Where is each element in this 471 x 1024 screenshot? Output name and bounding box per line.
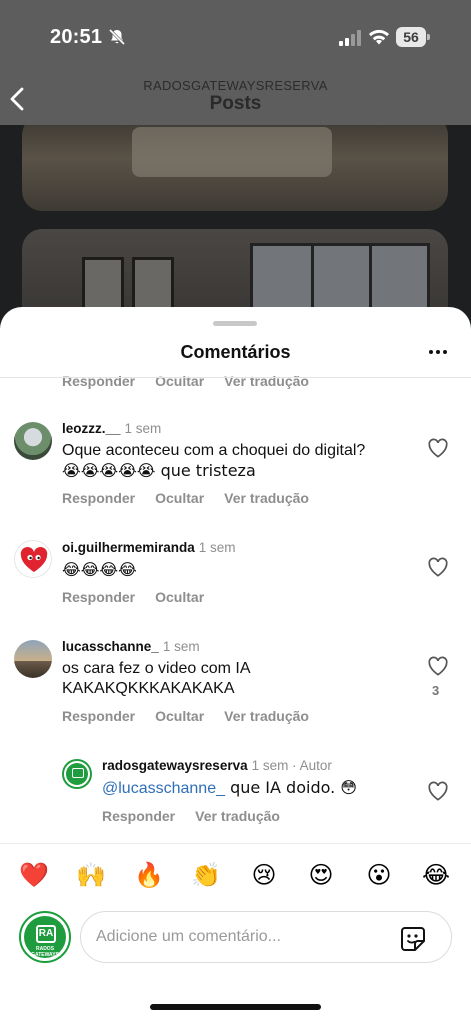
comment-body: lucasschanne_ 1 sem os cara fez o video c…	[62, 639, 309, 724]
status-bar: 20:51 56	[0, 26, 471, 50]
comment-actions: Responder Ocultar Ver tradução	[62, 708, 309, 724]
timestamp: 1 sem	[198, 540, 236, 555]
mention-link[interactable]: @lucasschanne_	[102, 780, 225, 797]
translate-button[interactable]: Ver tradução	[195, 808, 280, 824]
username[interactable]: radosgatewaysreserva	[102, 758, 248, 773]
comment-input[interactable]: Adicione um comentário...	[80, 911, 452, 963]
comment-line: os cara fez o video com IA	[62, 660, 251, 677]
comment-body: oi.guilhermemiranda 1 sem 😂😂😂😂 Responder …	[62, 540, 236, 605]
reply-button[interactable]: Responder	[62, 490, 135, 506]
comment-text: 😂😂😂😂	[62, 560, 137, 579]
comment-text: os cara fez o video com IA KAKAKQKKKAKAK…	[62, 659, 309, 699]
reaction-crying[interactable]: 😢	[249, 860, 279, 890]
username[interactable]: oi.guilhermemiranda	[62, 540, 195, 555]
timestamp: 1 sem	[124, 421, 162, 436]
like-count: 3	[432, 683, 440, 698]
more-icon[interactable]	[427, 343, 449, 361]
comment-line: que IA doido. 😳	[224, 778, 357, 797]
comment-header: lucasschanne_ 1 sem	[62, 639, 309, 654]
comment-header: oi.guilhermemiranda 1 sem	[62, 540, 236, 555]
translate-button[interactable]: Ver tradução	[224, 490, 309, 506]
heart-outline-icon[interactable]	[427, 656, 449, 676]
comment-line: KAKAKQKKKAKAKAKA	[62, 680, 235, 697]
comment-composer: RA RADOS GATEWAYS Adicione um comentário…	[0, 907, 471, 971]
heart-outline-icon[interactable]	[427, 557, 449, 577]
avatar[interactable]	[62, 759, 92, 789]
reaction-raised-hands[interactable]: 🙌	[76, 860, 106, 890]
comment-body: leozzz.__ 1 sem Oque aconteceu com a choq…	[62, 421, 365, 506]
home-indicator[interactable]	[150, 1004, 321, 1010]
top-bar: 20:51 56 RADOSGATEWAYSRESERVA Posts	[0, 0, 471, 125]
translate-button[interactable]: Ver tradução	[224, 708, 309, 724]
status-time: 20:51	[50, 26, 103, 48]
reaction-clap[interactable]: 👏	[191, 860, 221, 890]
author-badge: · Autor	[292, 758, 332, 773]
heart-outline-icon[interactable]	[427, 781, 449, 801]
post-image	[22, 125, 448, 211]
reply-button[interactable]: Responder	[102, 808, 175, 824]
my-avatar: RA RADOS GATEWAYS	[19, 911, 71, 963]
logo-mark	[72, 768, 84, 778]
quick-reactions-bar: ❤️ 🙌 🔥 👏 😢 😍 😮 😂	[0, 843, 471, 913]
heart-logo-icon	[20, 547, 48, 572]
hide-button[interactable]: Ocultar	[155, 490, 204, 506]
comments-sheet: Comentários Responder Ocultar Ver traduç…	[0, 307, 471, 1024]
bell-slash-icon	[108, 28, 126, 46]
comment-placeholder: Adicione um comentário...	[96, 928, 281, 945]
timestamp: 1 sem	[162, 639, 200, 654]
reply-button[interactable]: Responder	[62, 373, 135, 389]
hide-button[interactable]: Ocultar	[155, 589, 204, 605]
reaction-fire[interactable]: 🔥	[134, 860, 164, 890]
timestamp: 1 sem	[251, 758, 289, 773]
avatar-subtext: RADOS GATEWAYS	[31, 946, 59, 958]
comment-line: Oque aconteceu com a choquei do digital?	[62, 442, 366, 459]
account-name: RADOSGATEWAYSRESERVA	[143, 78, 328, 93]
reply-button[interactable]: Responder	[62, 589, 135, 605]
comment-body: radosgatewaysreserva 1 sem · Autor @lucas…	[102, 758, 357, 824]
sheet-title: Comentários	[180, 342, 291, 362]
hide-button[interactable]: Ocultar	[155, 708, 204, 724]
battery-level: 56	[396, 27, 426, 47]
avatar[interactable]	[14, 422, 52, 460]
reaction-surprised[interactable]: 😮	[364, 860, 394, 890]
username[interactable]: leozzz.__	[62, 421, 121, 436]
avatar[interactable]	[14, 540, 52, 578]
avatar[interactable]	[14, 640, 52, 678]
sticker-icon[interactable]	[399, 925, 427, 953]
comment-actions: Responder Ocultar Ver tradução	[62, 490, 365, 506]
page-title: Posts	[209, 93, 262, 114]
wifi-icon	[369, 29, 389, 45]
comment-text: Oque aconteceu com a choquei do digital?…	[62, 441, 365, 481]
avatar-logo: RA RADOS GATEWAYS	[24, 916, 66, 958]
translate-button[interactable]: Ver tradução	[224, 373, 309, 389]
avatar-logo	[66, 763, 88, 785]
avatar-initials: RA	[36, 925, 56, 943]
reaction-laughing[interactable]: 😂	[421, 860, 451, 890]
bed-shape	[132, 127, 332, 177]
header-divider	[0, 377, 471, 378]
reply-button[interactable]: Responder	[62, 708, 135, 724]
comment-line: 😭😭😭😭😭 que tristeza	[62, 461, 256, 480]
reaction-heart-eyes[interactable]: 😍	[306, 860, 336, 890]
heart-outline-icon[interactable]	[427, 438, 449, 458]
sheet-handle[interactable]	[213, 321, 257, 326]
comment-actions: Responder Ocultar	[62, 589, 236, 605]
username[interactable]: lucasschanne_	[62, 639, 159, 654]
comment-actions: Responder Ocultar Ver tradução	[62, 373, 309, 389]
reaction-heart[interactable]: ❤️	[19, 860, 49, 890]
comment-header: leozzz.__ 1 sem	[62, 421, 365, 436]
hide-button[interactable]: Ocultar	[155, 373, 204, 389]
comment-actions: Responder Ver tradução	[102, 808, 357, 824]
comment-header: radosgatewaysreserva 1 sem · Autor	[102, 758, 357, 773]
battery-nub	[427, 34, 430, 40]
comment-text: @lucasschanne_ que IA doido. 😳	[102, 778, 357, 799]
signal-icon	[339, 30, 361, 46]
battery-icon: 56	[396, 27, 430, 47]
